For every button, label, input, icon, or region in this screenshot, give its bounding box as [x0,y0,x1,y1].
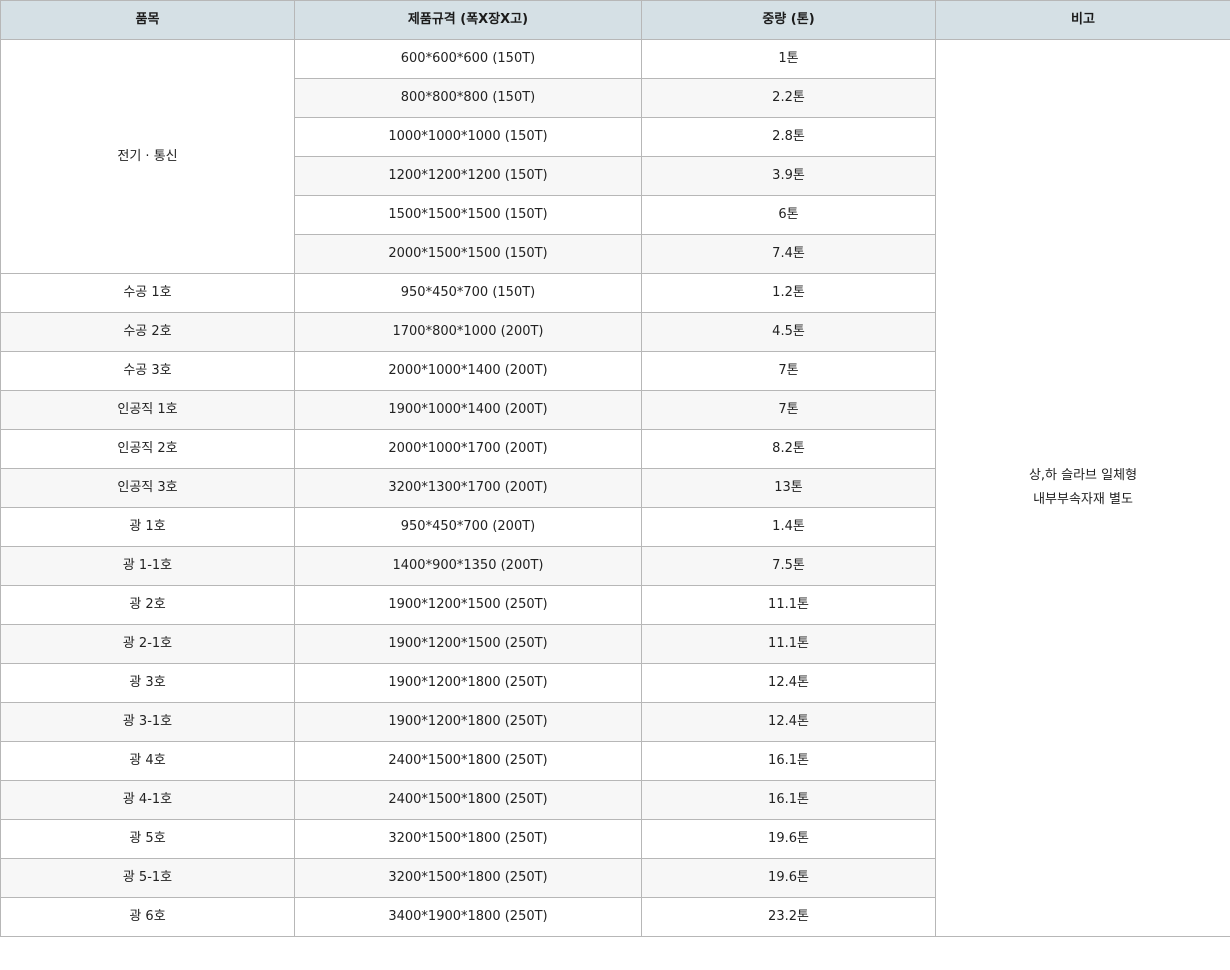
product-spec-table: 품목 제품규격 (폭X장X고) 중량 (톤) 비고 전기 · 통신 600*600… [0,0,1230,937]
weight-cell: 12.4톤 [641,702,936,742]
spec-cell: 950*450*700 (200T) [294,507,642,547]
weight-cell: 12.4톤 [641,663,936,703]
item-cell: 인공직 3호 [0,468,295,508]
note-line: 상,하 슬라브 일체형 [1028,468,1138,483]
weight-cell: 11.1톤 [641,585,936,625]
item-cell: 광 3호 [0,663,295,703]
spec-cell: 3400*1900*1800 (250T) [294,897,642,937]
spec-cell: 1900*1000*1400 (200T) [294,390,642,430]
table-header: 품목 제품규격 (폭X장X고) 중량 (톤) 비고 [0,0,1230,40]
item-cell: 수공 3호 [0,351,295,391]
spec-cell: 2000*1000*1700 (200T) [294,429,642,469]
header-note: 비고 [935,0,1230,40]
table-row: 전기 · 통신 600*600*600 (150T) 1톤상,하 슬라브 일체형내부… [0,39,1230,937]
weight-cell: 11.1톤 [641,624,936,664]
spec-cell: 600*600*600 (150T) [294,39,642,79]
item-cell-merged: 전기 · 통신 [0,39,295,274]
spec-cell: 800*800*800 (150T) [294,78,642,118]
spec-cell: 2400*1500*1800 (250T) [294,741,642,781]
spec-cell: 1900*1200*1800 (250T) [294,702,642,742]
header-item: 품목 [0,0,295,40]
item-cell: 광 1호 [0,507,295,547]
weight-cell: 8.2톤 [641,429,936,469]
weight-cell: 19.6톤 [641,858,936,898]
item-cell: 광 4호 [0,741,295,781]
spec-cell: 2400*1500*1800 (250T) [294,780,642,820]
item-cell: 광 3-1호 [0,702,295,742]
weight-cell: 1.4톤 [641,507,936,547]
spec-cell: 3200*1500*1800 (250T) [294,819,642,859]
weight-cell: 7.4톤 [641,234,936,274]
item-cell: 광 5-1호 [0,858,295,898]
item-cell: 광 2호 [0,585,295,625]
spec-cell: 2000*1500*1500 (150T) [294,234,642,274]
weight-cell: 16.1톤 [641,780,936,820]
spec-cell: 1200*1200*1200 (150T) [294,156,642,196]
item-cell: 광 1-1호 [0,546,295,586]
item-cell: 수공 2호 [0,312,295,352]
note-cell-merged: 상,하 슬라브 일체형내부부속자재 별도 [935,39,1230,937]
header-spec: 제품규격 (폭X장X고) [294,0,642,40]
table-body: 전기 · 통신 600*600*600 (150T) 1톤상,하 슬라브 일체형내부… [0,39,1230,937]
spec-cell: 1900*1200*1500 (250T) [294,585,642,625]
weight-cell: 7톤 [641,390,936,430]
spec-cell: 1900*1200*1500 (250T) [294,624,642,664]
spec-cell: 3200*1300*1700 (200T) [294,468,642,508]
spec-cell: 1900*1200*1800 (250T) [294,663,642,703]
weight-cell: 6톤 [641,195,936,235]
item-cell: 광 5호 [0,819,295,859]
spec-cell: 1400*900*1350 (200T) [294,546,642,586]
weight-cell: 4.5톤 [641,312,936,352]
item-cell: 광 4-1호 [0,780,295,820]
spec-cell: 1000*1000*1000 (150T) [294,117,642,157]
spec-cell: 2000*1000*1400 (200T) [294,351,642,391]
spec-cell: 3200*1500*1800 (250T) [294,858,642,898]
weight-cell: 23.2톤 [641,897,936,937]
weight-cell: 1톤 [641,39,936,79]
note-line: 내부부속자재 별도 [1033,492,1133,507]
item-cell: 수공 1호 [0,273,295,313]
spec-cell: 1700*800*1000 (200T) [294,312,642,352]
item-cell: 광 2-1호 [0,624,295,664]
spec-cell: 950*450*700 (150T) [294,273,642,313]
weight-cell: 2.2톤 [641,78,936,118]
weight-cell: 7톤 [641,351,936,391]
weight-cell: 16.1톤 [641,741,936,781]
weight-cell: 3.9톤 [641,156,936,196]
header-row: 품목 제품규격 (폭X장X고) 중량 (톤) 비고 [0,0,1230,40]
header-weight: 중량 (톤) [641,0,936,40]
weight-cell: 2.8톤 [641,117,936,157]
spec-cell: 1500*1500*1500 (150T) [294,195,642,235]
item-cell: 광 6호 [0,897,295,937]
item-cell: 인공직 2호 [0,429,295,469]
weight-cell: 13톤 [641,468,936,508]
weight-cell: 19.6톤 [641,819,936,859]
item-cell: 인공직 1호 [0,390,295,430]
weight-cell: 1.2톤 [641,273,936,313]
weight-cell: 7.5톤 [641,546,936,586]
